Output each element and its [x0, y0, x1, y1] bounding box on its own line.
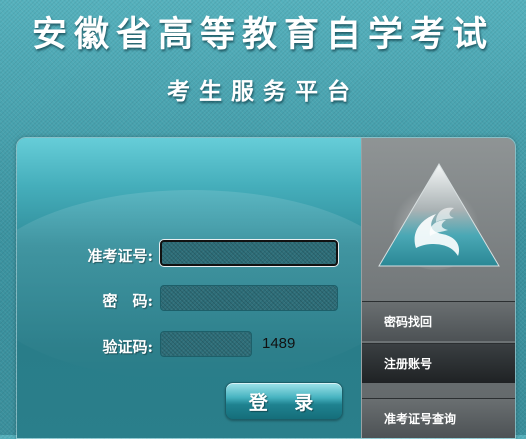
login-panel: 准考证号: 密 码: 验证码: 1489 登 录 密码找回 注册账号 准考证号查… [16, 137, 516, 439]
sidebar: 密码找回 注册账号 准考证号查询 [361, 138, 515, 438]
password-label: 密 码: [102, 292, 153, 310]
captcha-code[interactable]: 1489 [262, 335, 295, 352]
sidebar-item-register[interactable]: 注册账号 [362, 343, 515, 383]
page-subtitle: 考生服务平台 [167, 78, 359, 105]
captcha-input[interactable] [160, 331, 252, 357]
login-button[interactable]: 登 录 [225, 382, 343, 420]
captcha-label: 验证码: [102, 338, 153, 356]
page-title: 安徽省高等教育自学考试 [31, 14, 494, 55]
sidebar-item-password-recovery[interactable]: 密码找回 [362, 301, 515, 341]
logo-icon [376, 160, 502, 274]
exam-id-label: 准考证号: [87, 247, 153, 265]
sidebar-item-exam-id-query[interactable]: 准考证号查询 [362, 398, 515, 438]
exam-id-input[interactable] [160, 240, 338, 266]
login-form: 准考证号: 密 码: 验证码: 1489 登 录 [17, 138, 407, 438]
password-input[interactable] [160, 285, 338, 311]
